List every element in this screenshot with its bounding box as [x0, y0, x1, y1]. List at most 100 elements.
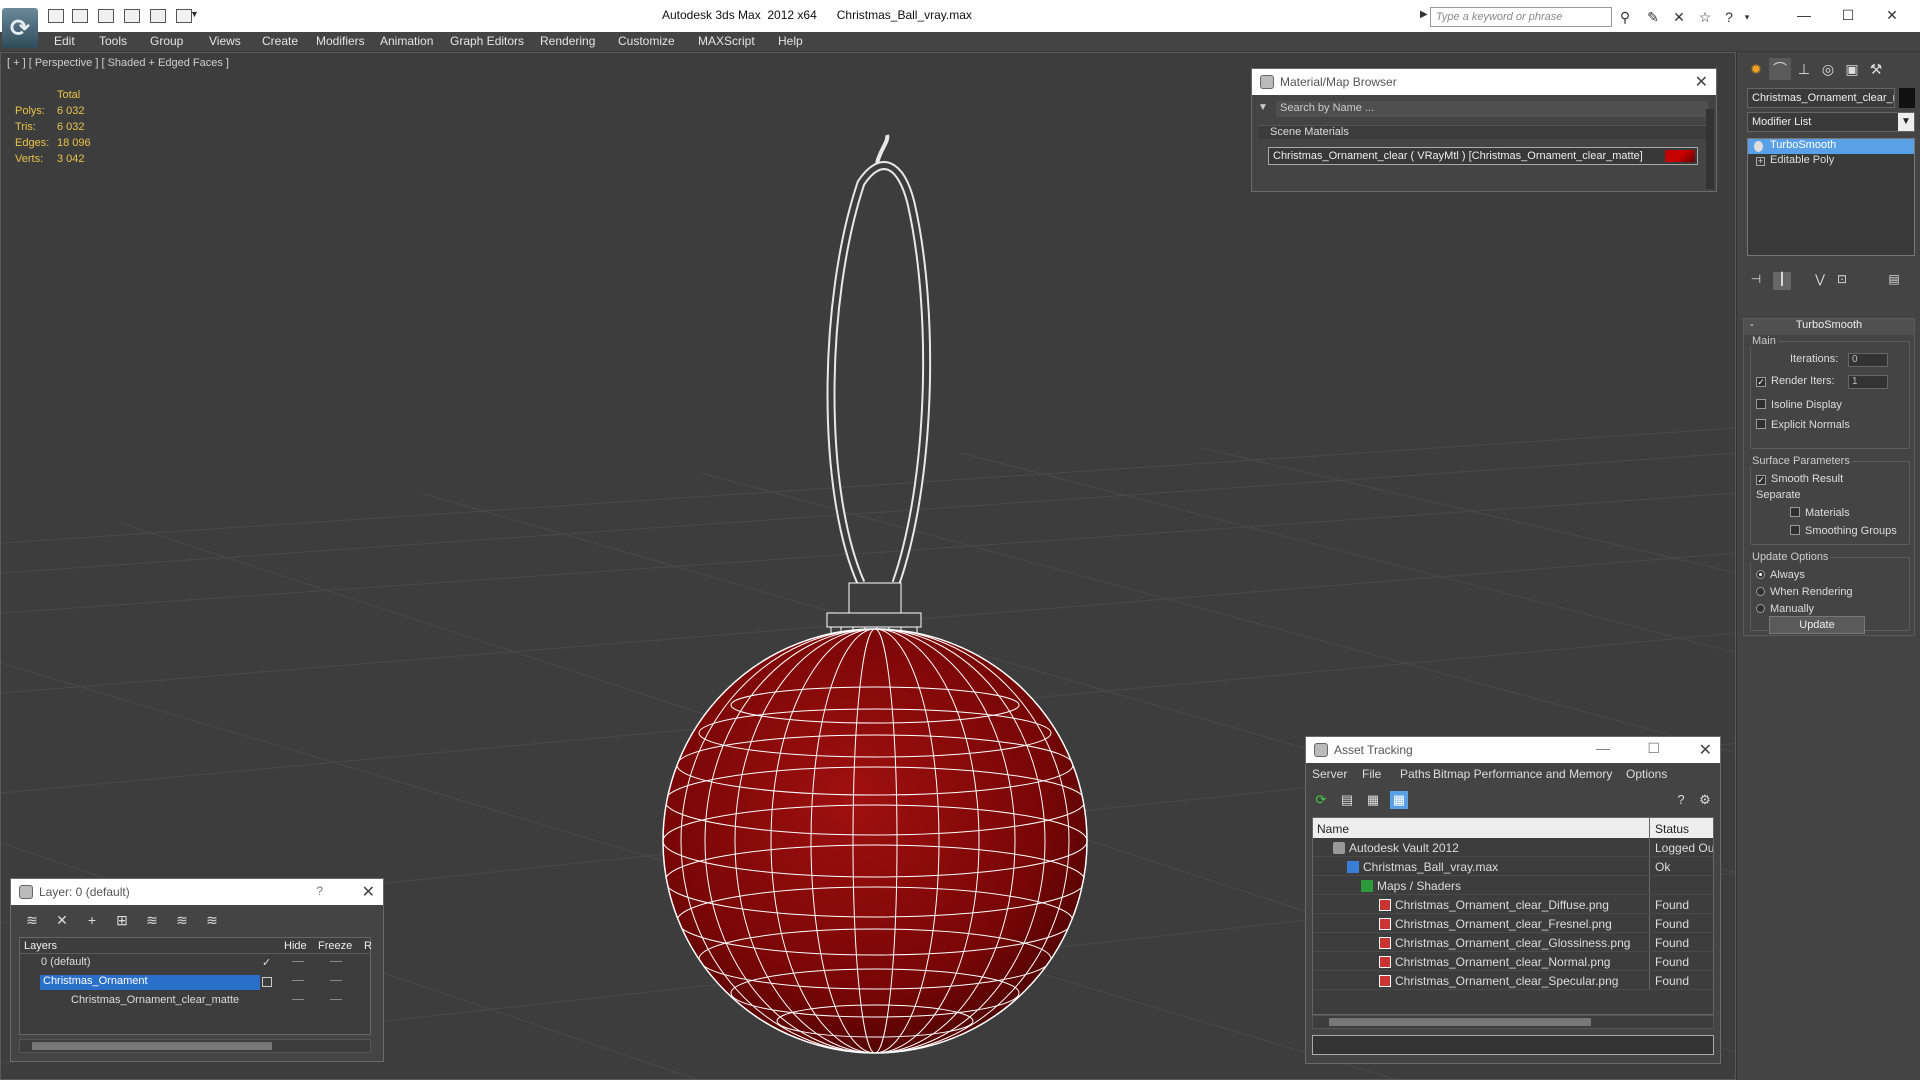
lightbulb-icon[interactable] [1754, 141, 1763, 152]
quick-access-dropdown-icon[interactable]: ▼ [190, 9, 200, 23]
open-file-icon[interactable] [72, 9, 88, 23]
expand-icon[interactable]: + [1756, 157, 1765, 166]
stack-item-turbosmooth[interactable]: TurboSmooth [1748, 139, 1914, 154]
hide-toggle[interactable] [292, 980, 304, 981]
layer-row[interactable]: Christmas_Ornament [20, 973, 370, 992]
remove-modifier-icon[interactable]: ⊡ [1833, 272, 1851, 290]
help-icon[interactable]: ? [1672, 791, 1690, 809]
new-file-icon[interactable] [48, 9, 64, 23]
rollout-header[interactable]: - TurboSmooth [1744, 319, 1914, 335]
menu-graph-editors[interactable]: Graph Editors [450, 34, 524, 48]
scroll-thumb[interactable] [1329, 1018, 1591, 1026]
viewport-label[interactable]: [ + ] [ Perspective ] [ Shaded + Edged F… [7, 57, 229, 69]
display-tab-icon[interactable]: ▣ [1841, 58, 1863, 80]
menu-rendering[interactable]: Rendering [540, 34, 595, 48]
menu-bitmap-performance[interactable]: Bitmap Performance and Memory [1433, 767, 1612, 781]
save-file-icon[interactable] [98, 9, 114, 23]
layer-object-row[interactable]: Christmas_Ornament_clear_matte [20, 992, 370, 1011]
smoothing-groups-checkbox[interactable]: Smoothing Groups [1790, 525, 1897, 537]
help-button[interactable]: ? [316, 884, 323, 898]
settings-icon[interactable]: ⚙ [1696, 791, 1714, 809]
configure-sets-icon[interactable]: ▤ [1885, 272, 1903, 290]
asset-row[interactable]: Christmas_Ball_vray.max Ok [1313, 857, 1713, 876]
asset-tracking-titlebar[interactable]: Asset Tracking — ☐ ✕ [1306, 737, 1720, 763]
delete-layer-icon[interactable]: ✕ [53, 911, 71, 929]
hide-all-layers-icon[interactable]: ≋ [173, 911, 191, 929]
smooth-result-checkbox[interactable]: ✓ Smooth Result [1756, 473, 1843, 485]
explicit-normals-checkbox[interactable]: Explicit Normals [1756, 419, 1850, 431]
close-icon[interactable]: ✕ [1699, 740, 1712, 760]
column-name[interactable]: Name [1317, 822, 1349, 836]
asset-row[interactable]: Christmas_Ornament_clear_Glossiness.png … [1313, 933, 1713, 952]
highlight-layer-icon[interactable]: ≋ [143, 911, 161, 929]
menu-edit[interactable]: Edit [54, 34, 75, 48]
material-entry[interactable]: Christmas_Ornament_clear ( VRayMtl ) [Ch… [1268, 147, 1698, 165]
material-browser-titlebar[interactable]: Material/Map Browser ✕ [1252, 69, 1716, 95]
hide-toggle[interactable] [292, 961, 304, 962]
menu-maxscript[interactable]: MAXScript [698, 34, 755, 48]
close-icon[interactable]: ✕ [1695, 72, 1708, 92]
search-expand-icon[interactable]: ▶ [1420, 9, 1428, 25]
column-hide[interactable]: Hide [284, 940, 307, 952]
menu-server[interactable]: Server [1312, 767, 1347, 781]
render-iters-spinner[interactable]: 1 [1848, 375, 1888, 389]
menu-group[interactable]: Group [150, 34, 183, 48]
menu-tools[interactable]: Tools [99, 34, 127, 48]
search-input[interactable]: Type a keyword or phrase [1430, 7, 1612, 27]
create-tab-icon[interactable]: ✹ [1745, 58, 1767, 80]
thumbnail-view-icon[interactable]: ▦ [1364, 791, 1382, 809]
asset-row[interactable]: Christmas_Ornament_clear_Specular.png Fo… [1313, 971, 1713, 990]
utilities-tab-icon[interactable]: ⚒ [1865, 58, 1887, 80]
freeze-toggle[interactable] [330, 961, 342, 962]
menu-file[interactable]: File [1362, 767, 1381, 781]
menu-views[interactable]: Views [209, 34, 241, 48]
asset-horizontal-scrollbar[interactable] [1312, 1015, 1714, 1029]
minimize-button[interactable]: — [1596, 740, 1610, 756]
help-icon[interactable]: ? [1720, 8, 1738, 26]
new-layer-icon[interactable]: ≋ [23, 911, 41, 929]
modifier-list-dropdown[interactable]: Modifier List ▼ [1747, 112, 1915, 132]
active-layer-check-icon[interactable]: ✓ [262, 956, 271, 969]
redo-icon[interactable] [150, 9, 166, 23]
modify-tab-icon[interactable]: ⌒ [1769, 58, 1791, 80]
column-freeze[interactable]: Freeze [318, 940, 352, 952]
update-button[interactable]: Update [1769, 616, 1865, 634]
close-icon[interactable]: ✕ [362, 882, 375, 902]
select-in-layer-icon[interactable]: ⊞ [113, 911, 131, 929]
materials-checkbox[interactable]: Materials [1790, 507, 1850, 519]
always-radio[interactable]: Always [1756, 569, 1805, 581]
filter-icon[interactable]: ▼ [1258, 102, 1268, 113]
layer-manager-titlebar[interactable]: Layer: 0 (default) ? ✕ [11, 879, 383, 905]
help-dropdown-icon[interactable]: ▾ [1738, 8, 1756, 26]
asset-path-field[interactable] [1312, 1035, 1714, 1055]
binoculars-icon[interactable]: ⚲ [1616, 8, 1634, 26]
table-view-icon[interactable]: ▦ [1390, 791, 1408, 809]
menu-options[interactable]: Options [1626, 767, 1667, 781]
app-menu-button[interactable]: ⟳ [2, 8, 38, 48]
asset-row[interactable]: Christmas_Ornament_clear_Normal.png Foun… [1313, 952, 1713, 971]
iterations-spinner[interactable]: 0 [1848, 353, 1888, 367]
column-status[interactable]: Status [1655, 822, 1689, 836]
object-color-swatch[interactable] [1899, 88, 1915, 108]
menu-paths[interactable]: Paths [1400, 767, 1431, 781]
layer-row[interactable]: 0 (default) ✓ [20, 954, 370, 973]
layer-horizontal-scrollbar[interactable] [19, 1039, 371, 1053]
menu-help[interactable]: Help [778, 34, 803, 48]
stack-item-editable-poly[interactable]: + Editable Poly [1748, 154, 1914, 169]
isoline-display-checkbox[interactable]: Isoline Display [1756, 399, 1842, 411]
minimize-button[interactable]: — [1784, 4, 1824, 26]
freeze-toggle[interactable] [330, 999, 342, 1000]
subscription-icon[interactable]: ✎ [1644, 8, 1662, 26]
material-browser-scrollbar[interactable] [1706, 109, 1714, 189]
refresh-icon[interactable]: ⟳ [1312, 791, 1330, 809]
freeze-all-layers-icon[interactable]: ≋ [203, 911, 221, 929]
undo-icon[interactable] [124, 9, 140, 23]
set-active-box[interactable] [262, 977, 272, 987]
hide-toggle[interactable] [292, 999, 304, 1000]
pin-stack-icon[interactable]: ⊣ [1747, 272, 1765, 290]
communication-icon[interactable]: ✕ [1670, 8, 1688, 26]
column-layers[interactable]: Layers [24, 940, 57, 952]
column-render[interactable]: R [364, 940, 372, 952]
menu-customize[interactable]: Customize [618, 34, 675, 48]
render-iters-checkbox[interactable]: ✓ Render Iters: [1756, 375, 1835, 387]
